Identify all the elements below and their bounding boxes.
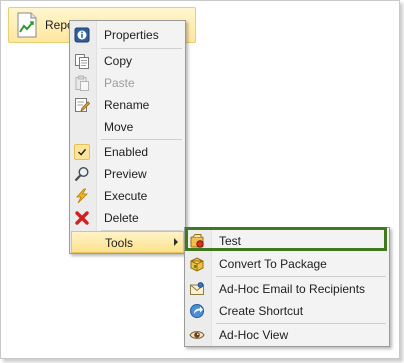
magnifier-icon <box>74 166 89 182</box>
menu-item-properties[interactable]: Properties <box>71 24 184 46</box>
menu-item-label: Rename <box>104 98 150 112</box>
chart-document-icon <box>17 12 37 38</box>
eye-icon <box>189 331 205 339</box>
menu-item-delete[interactable]: Delete <box>71 207 184 229</box>
submenu-item-label: Create Shortcut <box>219 304 304 318</box>
submenu-item-adhoc-email[interactable]: Ad-Hoc Email to Recipients <box>186 278 388 300</box>
context-menu: Properties Copy Paste Rename Move Enable… <box>69 20 186 254</box>
submenu-item-label: Convert To Package <box>219 257 327 271</box>
menu-item-label: Properties <box>104 28 159 42</box>
menu-item-label: Enabled <box>104 145 149 159</box>
package-icon <box>190 257 204 272</box>
test-icon <box>190 234 204 248</box>
menu-item-label: Execute <box>104 189 148 203</box>
menu-separator <box>216 276 386 277</box>
menu-item-rename[interactable]: Rename <box>71 94 184 116</box>
menu-item-label: Tools <box>105 236 134 250</box>
tools-submenu: Test Convert To Package Ad-Hoc Email to … <box>184 227 390 347</box>
submenu-item-label: Test <box>219 234 242 248</box>
menu-item-label: Move <box>104 120 134 134</box>
menu-separator <box>101 139 182 140</box>
submenu-item-label: Ad-Hoc View <box>219 328 289 342</box>
check-icon <box>74 144 90 160</box>
submenu-arrow-icon <box>174 238 178 246</box>
menu-item-label: Paste <box>104 76 135 90</box>
submenu-item-test[interactable]: Test <box>186 230 388 252</box>
rename-icon <box>75 98 90 112</box>
menu-item-label: Delete <box>104 211 139 225</box>
email-icon <box>190 282 204 295</box>
screenshot-frame: Repo Properties Copy Paste Rename Move E… <box>0 0 400 359</box>
menu-item-label: Copy <box>104 54 133 68</box>
submenu-item-adhoc-view[interactable]: Ad-Hoc View <box>186 324 388 346</box>
submenu-item-convert-to-package[interactable]: Convert To Package <box>186 253 388 275</box>
menu-item-move[interactable]: Move <box>71 116 184 138</box>
shortcut-icon <box>190 304 204 318</box>
menu-item-paste: Paste <box>71 72 184 94</box>
copy-icon <box>75 54 89 69</box>
menu-item-label: Preview <box>104 167 147 181</box>
menu-item-enabled[interactable]: Enabled <box>71 141 184 163</box>
menu-item-tools[interactable]: Tools <box>71 231 184 253</box>
submenu-item-create-shortcut[interactable]: Create Shortcut <box>186 300 388 322</box>
menu-separator <box>101 48 182 49</box>
menu-item-execute[interactable]: Execute <box>71 185 184 207</box>
menu-item-preview[interactable]: Preview <box>71 163 184 185</box>
menu-item-copy[interactable]: Copy <box>71 50 184 72</box>
lightning-icon <box>76 188 88 204</box>
properties-icon <box>74 27 90 43</box>
paste-icon <box>75 75 89 91</box>
delete-icon <box>75 211 89 225</box>
submenu-item-label: Ad-Hoc Email to Recipients <box>219 282 366 296</box>
